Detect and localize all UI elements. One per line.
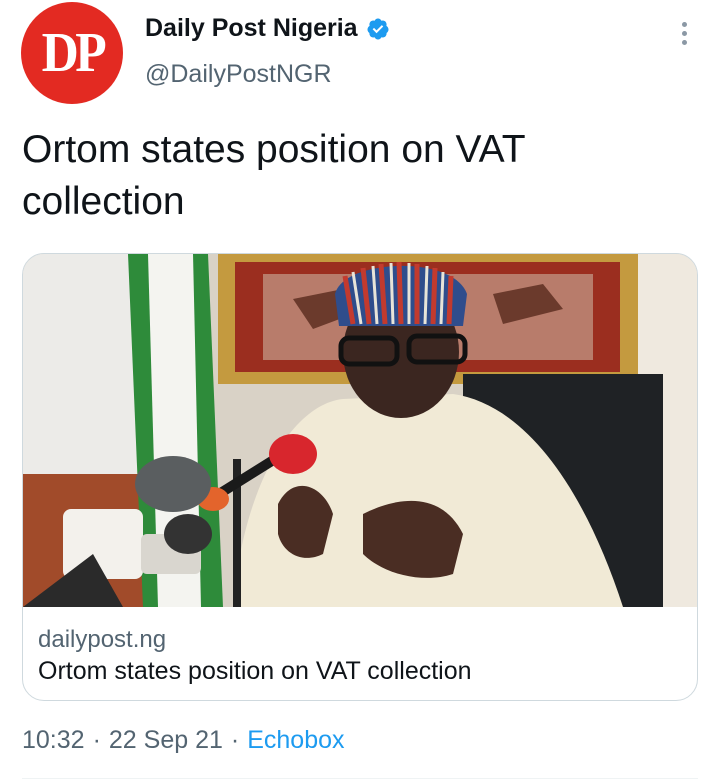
meta-separator: ·: [92, 726, 101, 754]
tweet-date[interactable]: 22 Sep 21: [109, 726, 223, 755]
meta-separator: ·: [230, 726, 240, 754]
tweet-meta: 10:32 · 22 Sep 21 · Echobox: [22, 726, 345, 755]
card-image: [23, 254, 697, 607]
card-title: Ortom states position on VAT collection: [38, 657, 472, 685]
verified-badge-icon: [367, 18, 389, 39]
tweet-time[interactable]: 10:32: [22, 726, 85, 755]
avatar[interactable]: DP: [21, 2, 123, 104]
display-name[interactable]: Daily Post Nigeria: [145, 14, 358, 43]
avatar-logo-text: DP: [41, 22, 106, 84]
divider: [22, 778, 698, 779]
tweet-text: Ortom states position on VAT collection: [22, 128, 525, 223]
author-handle[interactable]: @DailyPostNGR: [145, 60, 332, 89]
link-card[interactable]: dailypost.ng Ortom states position on VA…: [22, 253, 698, 701]
tweet-source-link[interactable]: Echobox: [247, 726, 344, 755]
more-options-icon[interactable]: [674, 18, 694, 48]
card-domain: dailypost.ng: [38, 626, 167, 653]
author-name-row: Daily Post Nigeria: [145, 14, 390, 43]
